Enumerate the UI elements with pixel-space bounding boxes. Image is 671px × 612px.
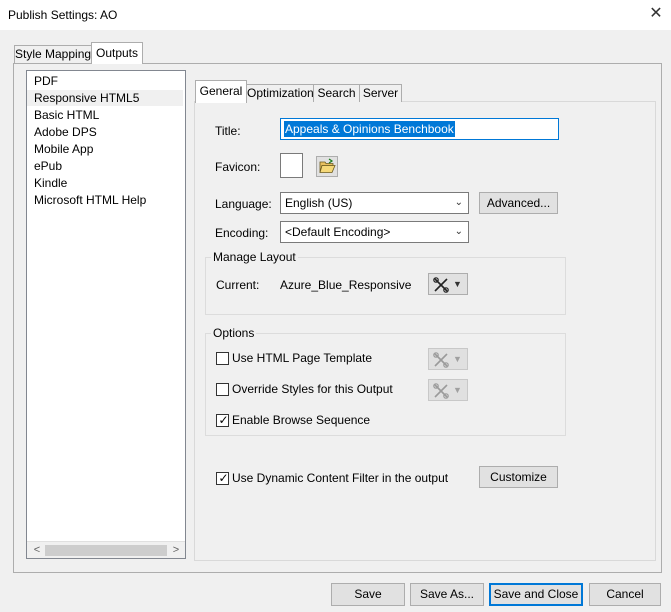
- language-value: English (US): [285, 196, 353, 210]
- dynamic-filter-checkbox[interactable]: ✓: [216, 471, 229, 485]
- check-icon: ✓: [218, 413, 229, 427]
- list-item-microsoft-html-help[interactable]: Microsoft HTML Help: [34, 192, 146, 208]
- tab-search[interactable]: Search: [313, 84, 360, 102]
- list-item-adobe-dps[interactable]: Adobe DPS: [34, 124, 97, 140]
- encoding-select[interactable]: <Default Encoding> ⌄: [280, 221, 469, 243]
- styles-tools-button: ▼: [428, 379, 468, 401]
- encoding-label: Encoding:: [215, 226, 269, 240]
- scroll-right-icon[interactable]: >: [168, 542, 184, 559]
- tab-style-mapping[interactable]: Style Mapping: [14, 45, 92, 63]
- chevron-down-icon: ⌄: [454, 226, 463, 237]
- caret-down-icon: ▼: [453, 385, 462, 395]
- language-select[interactable]: English (US) ⌄: [280, 192, 469, 214]
- chevron-down-icon: ⌄: [454, 197, 463, 208]
- use-html-template-checkbox[interactable]: [216, 352, 229, 365]
- list-item-epub[interactable]: ePub: [34, 158, 62, 174]
- list-item-basic-html[interactable]: Basic HTML: [34, 107, 99, 123]
- favicon-label: Favicon:: [215, 160, 261, 174]
- title-input-value: Appeals & Opinions Benchbook: [284, 121, 455, 137]
- save-and-close-button[interactable]: Save and Close: [489, 583, 583, 606]
- save-button[interactable]: Save: [331, 583, 405, 606]
- horizontal-scrollbar[interactable]: < >: [27, 541, 185, 558]
- title-label: Title:: [215, 124, 241, 138]
- advanced-button[interactable]: Advanced...: [479, 192, 558, 214]
- override-styles-label: Override Styles for this Output: [232, 382, 393, 396]
- scroll-left-icon[interactable]: <: [29, 542, 45, 559]
- close-icon[interactable]: ✕: [646, 4, 666, 24]
- template-tools-button: ▼: [428, 348, 468, 370]
- override-styles-checkbox[interactable]: [216, 383, 229, 396]
- current-layout-value: Azure_Blue_Responsive: [280, 278, 412, 292]
- layout-tools-button[interactable]: ▼: [428, 273, 468, 295]
- use-html-template-label: Use HTML Page Template: [232, 351, 373, 365]
- save-as-button[interactable]: Save As...: [410, 583, 484, 606]
- list-item-kindle[interactable]: Kindle: [34, 175, 67, 191]
- browse-favicon-button[interactable]: [316, 156, 338, 177]
- current-layout-label: Current:: [216, 278, 260, 292]
- list-item-mobile-app[interactable]: Mobile App: [34, 141, 93, 157]
- tools-icon: [433, 352, 449, 368]
- window-title: Publish Settings: AO: [8, 8, 118, 22]
- tools-icon: [433, 383, 449, 399]
- dynamic-filter-label: Use Dynamic Content Filter in the output: [232, 471, 449, 485]
- list-item-responsive-html5[interactable]: Responsive HTML5: [27, 90, 183, 106]
- tools-icon: [433, 277, 449, 293]
- tab-general[interactable]: General: [195, 80, 247, 103]
- caret-down-icon: ▼: [453, 279, 462, 289]
- folder-open-icon: [319, 158, 336, 173]
- caret-down-icon: ▼: [453, 354, 462, 364]
- cancel-button[interactable]: Cancel: [589, 583, 661, 606]
- language-label: Language:: [215, 197, 272, 211]
- enable-browse-sequence-label: Enable Browse Sequence: [232, 413, 371, 427]
- enable-browse-sequence-checkbox[interactable]: ✓: [216, 413, 229, 427]
- general-tab-panel: [194, 101, 656, 561]
- scroll-thumb[interactable]: [45, 545, 167, 556]
- list-item-pdf[interactable]: PDF: [34, 73, 58, 89]
- tab-optimization[interactable]: Optimization: [246, 84, 314, 102]
- check-icon: ✓: [218, 471, 229, 485]
- encoding-value: <Default Encoding>: [285, 225, 391, 239]
- manage-layout-title: Manage Layout: [211, 250, 298, 264]
- customize-button[interactable]: Customize: [479, 466, 558, 488]
- tab-outputs[interactable]: Outputs: [91, 42, 143, 64]
- favicon-preview: [280, 153, 303, 178]
- tab-server[interactable]: Server: [359, 84, 402, 102]
- title-input[interactable]: Appeals & Opinions Benchbook: [280, 118, 559, 140]
- options-title: Options: [211, 326, 257, 340]
